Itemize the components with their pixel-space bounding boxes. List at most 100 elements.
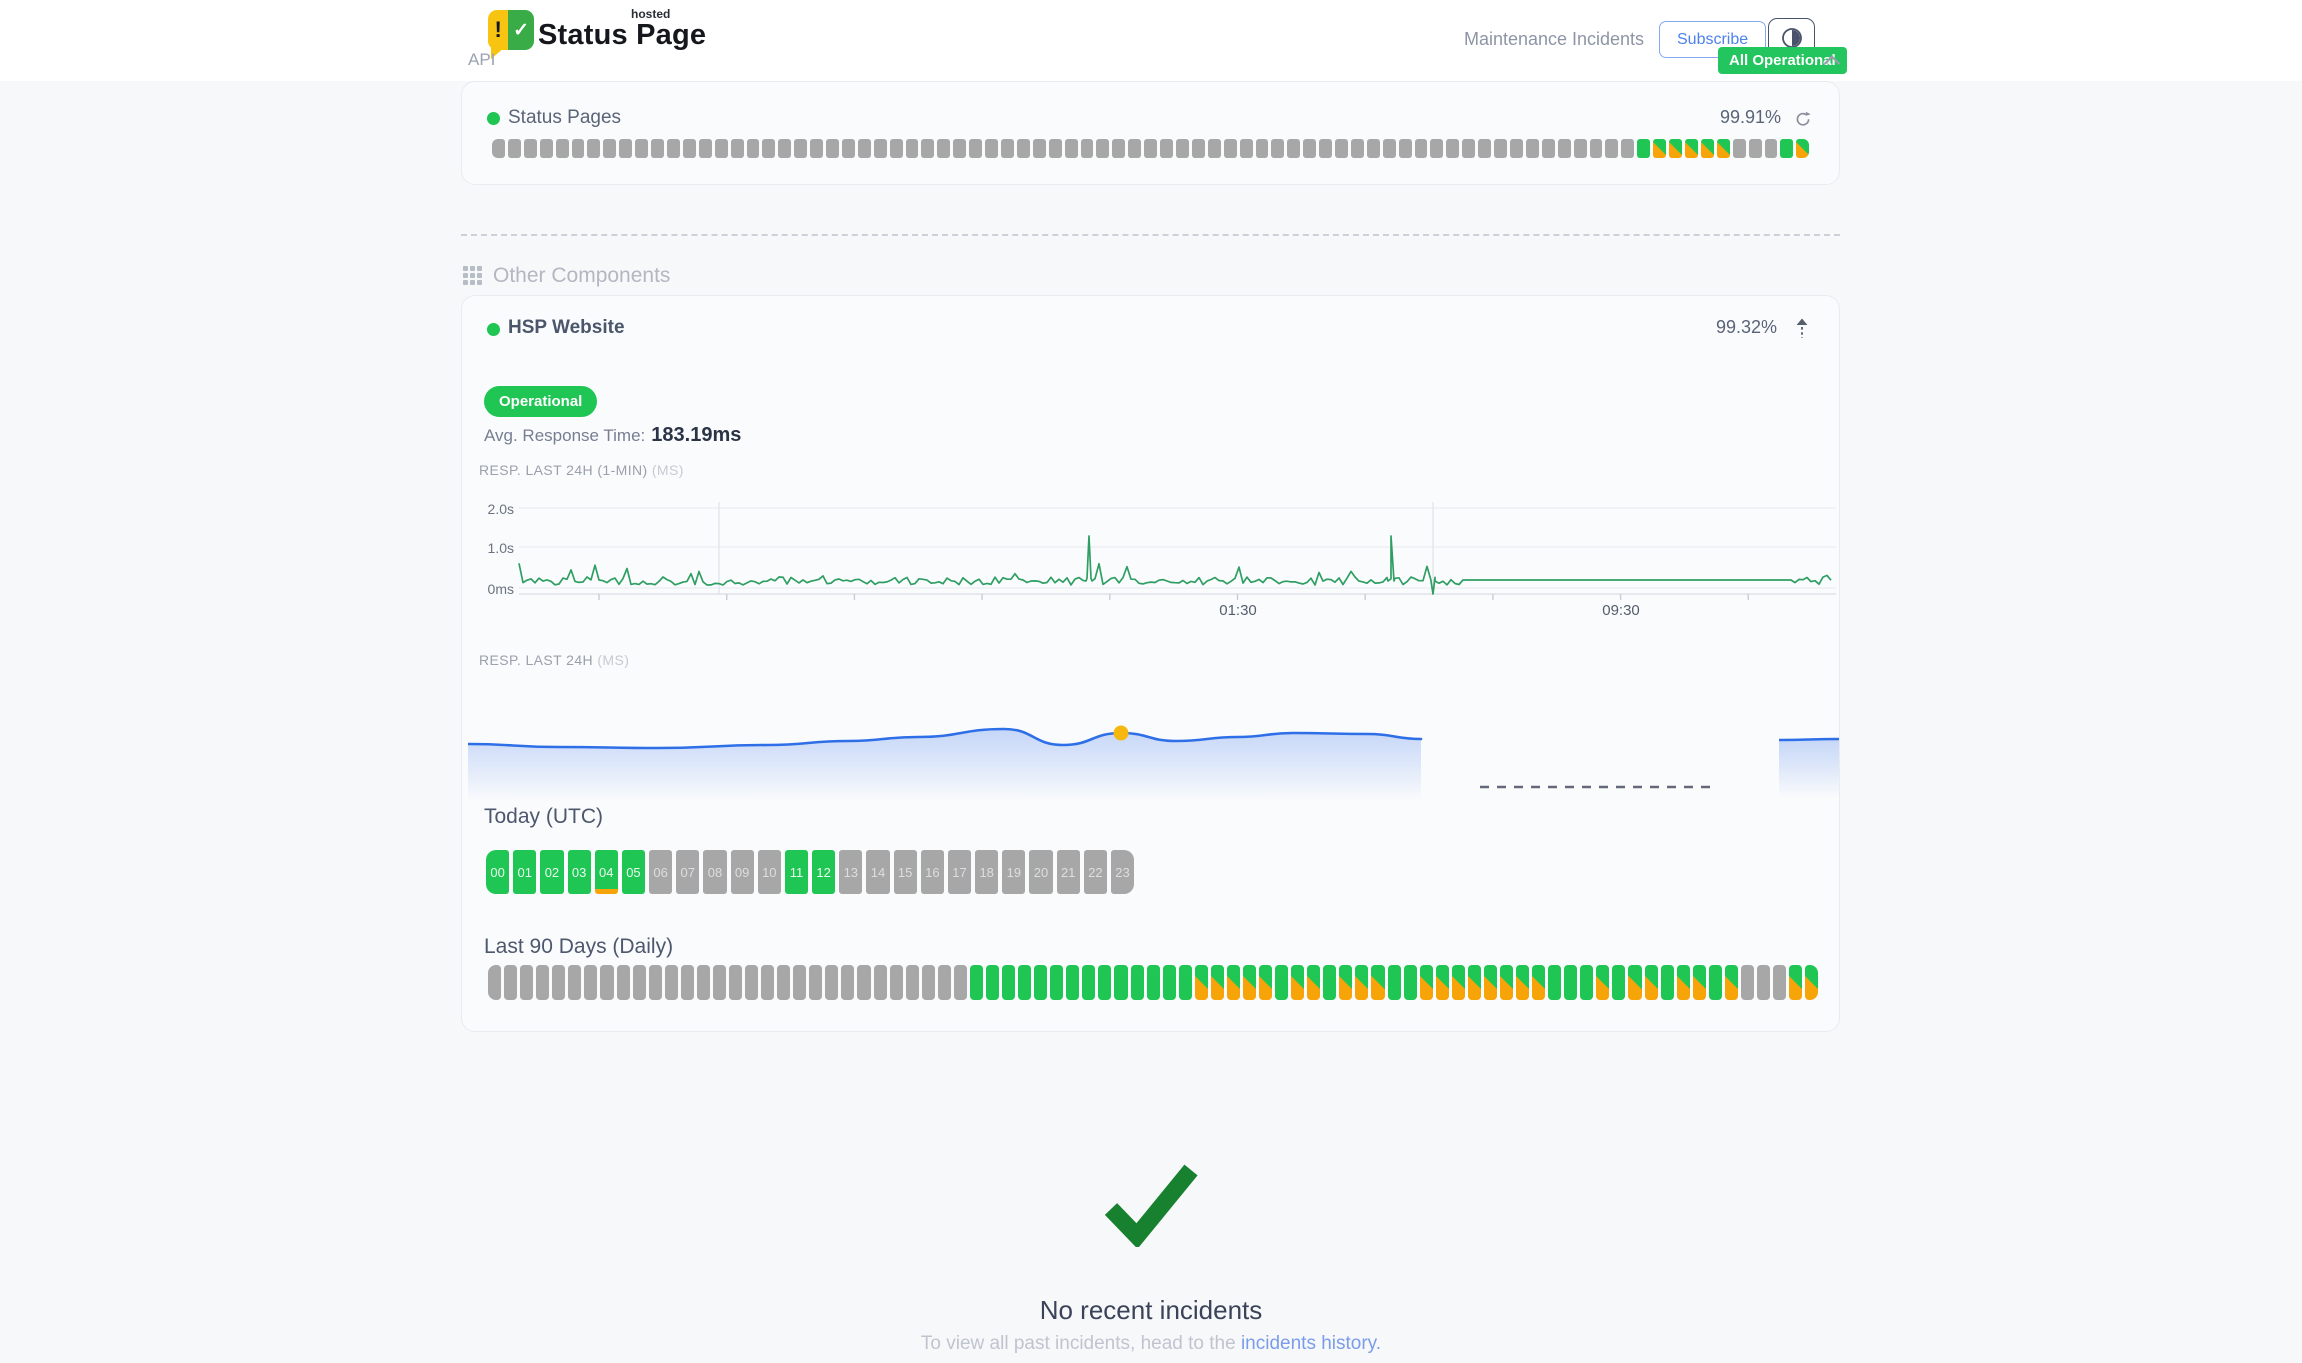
- uptime-bar: [809, 965, 822, 1000]
- uptime-bar: [1128, 139, 1141, 158]
- uptime-bar: [777, 965, 790, 1000]
- uptime-bar: [1542, 139, 1555, 158]
- uptime-bar: [633, 965, 646, 1000]
- big-checkmark-icon: [1103, 1163, 1199, 1252]
- brand-superscript: hosted: [631, 7, 670, 21]
- uptime-bar: [826, 139, 839, 158]
- hour-block-19: 19: [1002, 850, 1025, 894]
- uptime-bar: [1612, 965, 1625, 1000]
- uptime-bar: [1580, 965, 1593, 1000]
- nav-maintenance[interactable]: Maintenance: [1464, 29, 1567, 50]
- hour-block-21: 21: [1057, 850, 1080, 894]
- chart1-unit: (MS): [652, 462, 684, 478]
- uptime-bar: [906, 139, 919, 158]
- avg-response-label: Avg. Response Time:: [484, 426, 645, 445]
- uptime-bar: [1049, 139, 1062, 158]
- uptime-bar: [1605, 139, 1618, 158]
- hour-block-02: 02: [540, 850, 563, 894]
- uptime-bar: [1323, 965, 1336, 1000]
- incidents-history-link[interactable]: incidents history: [1241, 1333, 1376, 1354]
- refresh-icon[interactable]: [1794, 110, 1812, 133]
- uptime-bar: [1259, 965, 1272, 1000]
- uptime-bar: [969, 139, 982, 158]
- uptime-bar: [1256, 139, 1269, 158]
- chevron-up-icon[interactable]: [1823, 53, 1841, 71]
- uptime-bar: [1789, 965, 1802, 1000]
- uptime-bar: [697, 965, 710, 1000]
- uptime-bar: [683, 139, 696, 158]
- uptime-bar: [1510, 139, 1523, 158]
- uptime-bar: [1805, 965, 1818, 1000]
- hour-block-23: 23: [1111, 850, 1134, 894]
- uptime-bar: [1081, 139, 1094, 158]
- response-time-area-chart-24h: [468, 694, 1839, 804]
- uptime-bar: [1596, 965, 1609, 1000]
- chart2-label-text: RESP. LAST 24H: [479, 652, 593, 668]
- y-axis-label: 1.0s: [486, 540, 514, 556]
- uptime-bar: [842, 139, 855, 158]
- uptime-bar: [1653, 139, 1666, 158]
- nav-incidents[interactable]: Incidents: [1572, 29, 1644, 50]
- logo-check-icon: ✓: [508, 10, 534, 50]
- uptime-bar: [970, 965, 983, 1000]
- uptime-bar: [1179, 965, 1192, 1000]
- incidents-history-prefix: To view all past incidents, head to the: [921, 1333, 1241, 1354]
- uptime-bar: [986, 965, 999, 1000]
- uptime-bar: [1796, 139, 1809, 158]
- uptime-bar: [937, 139, 950, 158]
- uptime-bar: [508, 139, 521, 158]
- uptime-bar: [825, 965, 838, 1000]
- uptime-bar: [1195, 965, 1208, 1000]
- uptime-bar: [874, 965, 887, 1000]
- uptime-bar: [922, 965, 935, 1000]
- collapse-arrow-icon[interactable]: [1795, 318, 1809, 344]
- hour-block-17: 17: [948, 850, 971, 894]
- uptime-bar: [1287, 139, 1300, 158]
- incidents-history-line: To view all past incidents, head to the …: [0, 1333, 2302, 1355]
- uptime-bar: [587, 139, 600, 158]
- hour-block-08: 08: [703, 850, 726, 894]
- chart-marker-dot: [1114, 726, 1129, 741]
- uptime-bar: [1034, 965, 1047, 1000]
- uptime-bar: [651, 139, 664, 158]
- header: [0, 0, 2302, 81]
- uptime-bar: [1355, 965, 1368, 1000]
- uptime-bar: [1446, 139, 1459, 158]
- chart1-label-text: RESP. LAST 24H (1-MIN): [479, 462, 648, 478]
- operational-badge: Operational: [484, 386, 597, 417]
- uptime-bar: [1388, 965, 1401, 1000]
- api-section-title: API: [468, 50, 495, 70]
- uptime-bar: [1227, 965, 1240, 1000]
- uptime-bar: [1558, 139, 1571, 158]
- last90-title: Last 90 Days (Daily): [484, 935, 673, 959]
- uptime-bar: [715, 139, 728, 158]
- incidents-history-suffix: .: [1376, 1333, 1381, 1354]
- avg-response-value: 183.19ms: [651, 424, 741, 446]
- hour-block-07: 07: [676, 850, 699, 894]
- uptime-bar: [906, 965, 919, 1000]
- y-axis-label: 2.0s: [486, 501, 514, 517]
- uptime-bar: [1478, 139, 1491, 158]
- uptime-bar: [568, 965, 581, 1000]
- uptime-bar: [1484, 965, 1497, 1000]
- uptime-bar: [1462, 139, 1475, 158]
- uptime-bar: [1628, 965, 1641, 1000]
- uptime-bar: [747, 139, 760, 158]
- line-chart-svg: [486, 496, 1836, 614]
- uptime-bar: [524, 139, 537, 158]
- hour-block-15: 15: [894, 850, 917, 894]
- uptime-bar: [890, 965, 903, 1000]
- uptime-bar: [556, 139, 569, 158]
- uptime-bar: [1590, 139, 1603, 158]
- today-hours: 0001020304050607080910111213141516171819…: [486, 850, 1134, 894]
- uptime-bar: [1371, 965, 1384, 1000]
- uptime-bar: [667, 139, 680, 158]
- uptime-bar: [890, 139, 903, 158]
- uptime-bar: [1131, 965, 1144, 1000]
- uptime-bar: [1685, 139, 1698, 158]
- uptime-bar: [1211, 965, 1224, 1000]
- uptime-bar: [1430, 139, 1443, 158]
- uptime-bar: [1532, 965, 1545, 1000]
- uptime-bar: [520, 965, 533, 1000]
- uptime-bar: [1645, 965, 1658, 1000]
